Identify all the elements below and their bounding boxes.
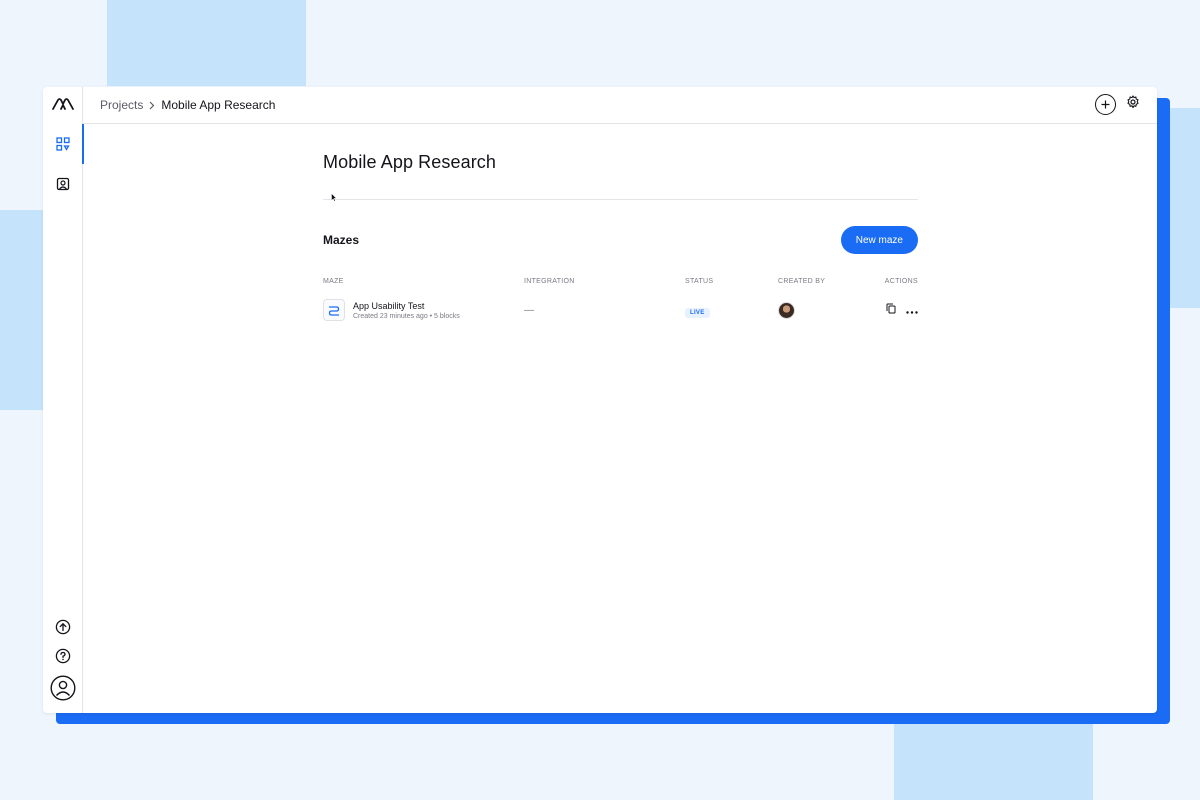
duplicate-button[interactable] (886, 301, 896, 319)
background-block (0, 210, 43, 410)
chevron-right-icon (149, 101, 155, 110)
maze-meta: Created 23 minutes ago • 5 blocks (353, 312, 460, 320)
sidebar (43, 87, 84, 713)
status-cell: LIVE (685, 301, 778, 319)
actions-cell (868, 301, 918, 319)
account-icon (50, 675, 76, 701)
created-by-cell (778, 301, 868, 319)
people-icon (56, 177, 70, 191)
avatar (778, 301, 795, 319)
sidebar-item-account[interactable] (43, 668, 83, 708)
column-header-integration: INTEGRATION (524, 277, 575, 285)
status-badge: LIVE (685, 308, 710, 318)
add-button[interactable] (1095, 94, 1116, 115)
maze-name[interactable]: App Usability Test (353, 301, 460, 311)
sidebar-item-projects[interactable] (43, 124, 84, 164)
page-title: Mobile App Research (323, 152, 496, 172)
top-bar: Projects Mobile App Research (83, 87, 1157, 124)
integration-cell: — (524, 304, 534, 316)
breadcrumb: Projects Mobile App Research (100, 98, 275, 112)
sidebar-item-people[interactable] (43, 164, 83, 204)
table-header: MAZE INTEGRATION STATUS CREATED BY ACTIO… (323, 274, 918, 288)
app-window: Projects Mobile App Research Mobile App … (43, 87, 1157, 713)
breadcrumb-current: Mobile App Research (161, 98, 276, 112)
maze-path-icon (323, 299, 345, 321)
column-header-created-by: CREATED BY (778, 277, 826, 285)
divider (323, 199, 918, 200)
mazes-section-header: Mazes New maze (323, 226, 918, 254)
mouse-cursor-icon (331, 193, 337, 202)
background-block (894, 720, 1093, 800)
new-maze-button[interactable]: New maze (840, 226, 918, 254)
copy-icon (886, 303, 896, 314)
column-header-status: STATUS (685, 277, 714, 285)
plus-icon (1101, 100, 1110, 109)
more-button[interactable] (906, 301, 918, 319)
background-block (107, 0, 306, 86)
gear-icon (1127, 95, 1139, 109)
mazes-table: MAZE INTEGRATION STATUS CREATED BY ACTIO… (323, 274, 918, 324)
maze-cell: App Usability Test Created 23 minutes ag… (323, 299, 524, 321)
top-actions (1095, 94, 1140, 115)
main-content: Mobile App Research Mazes New maze MAZE … (323, 124, 918, 324)
section-title: Mazes (323, 233, 360, 247)
column-header-maze: MAZE (323, 277, 344, 285)
more-icon (906, 311, 918, 314)
column-header-actions: ACTIONS (884, 277, 918, 285)
upgrade-icon (55, 619, 71, 635)
settings-button[interactable] (1126, 95, 1140, 114)
breadcrumb-projects-link[interactable]: Projects (100, 98, 143, 112)
table-row[interactable]: App Usability Test Created 23 minutes ag… (323, 296, 918, 324)
help-icon (55, 648, 71, 664)
projects-icon (56, 137, 70, 151)
maze-logo-icon[interactable] (52, 97, 74, 111)
